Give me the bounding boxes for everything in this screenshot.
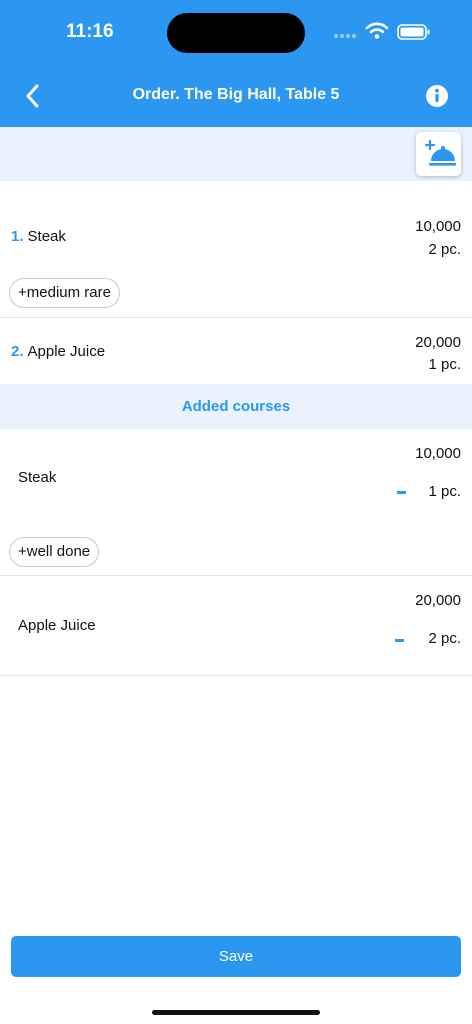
signal-icon (334, 34, 356, 38)
order-item[interactable]: 1. Steak 10,000 2 pc. +medium rare (0, 181, 472, 318)
item-name: 1. Steak (11, 228, 66, 245)
item-quantity: 1 pc. (428, 356, 461, 373)
added-item[interactable]: Steak 10,000 1 pc. +well done (0, 429, 472, 576)
app-header: 11:16 Order. The Big Hall, Table 5 (0, 0, 472, 127)
item-price: 20,000 (415, 334, 461, 351)
item-quantity: 2 pc. (428, 241, 461, 258)
decrease-quantity-button[interactable] (397, 491, 406, 494)
order-toolbar (0, 127, 472, 181)
decrease-quantity-button[interactable] (395, 639, 404, 642)
battery-icon (397, 24, 430, 40)
home-indicator (152, 1010, 320, 1015)
save-button[interactable]: Save (11, 936, 461, 977)
dynamic-island (167, 13, 305, 53)
item-name: Apple Juice (18, 617, 96, 634)
item-label: Apple Juice (27, 343, 106, 360)
info-icon[interactable] (425, 84, 449, 108)
wifi-icon (365, 22, 389, 39)
add-course-button[interactable] (416, 132, 461, 176)
item-number: 2. (11, 343, 24, 360)
cloche-plus-icon (424, 139, 456, 166)
item-number: 1. (11, 228, 24, 245)
added-item[interactable]: Apple Juice 20,000 2 pc. (0, 576, 472, 676)
item-quantity: 1 pc. (428, 483, 461, 500)
item-name: Steak (18, 469, 57, 486)
modifier-chip[interactable]: +medium rare (9, 278, 120, 308)
item-quantity: 2 pc. (428, 630, 461, 647)
item-price: 20,000 (415, 592, 461, 609)
order-item[interactable]: 2. Apple Juice 20,000 1 pc. (0, 318, 472, 384)
status-time: 11:16 (66, 21, 114, 42)
added-courses-header: Added courses (0, 384, 472, 429)
page-title: Order. The Big Hall, Table 5 (132, 86, 340, 103)
item-name: 2. Apple Juice (11, 343, 105, 360)
item-label: Steak (27, 228, 66, 245)
modifier-chip[interactable]: +well done (9, 537, 100, 567)
item-price: 10,000 (415, 445, 461, 462)
item-price: 10,000 (415, 218, 461, 235)
